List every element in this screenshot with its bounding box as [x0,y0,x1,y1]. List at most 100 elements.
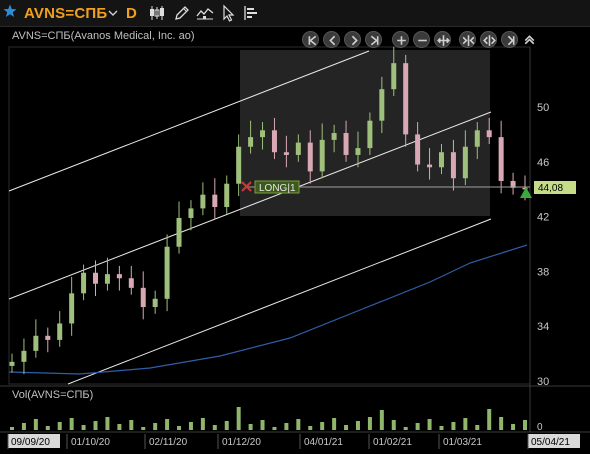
volume-bar [129,420,134,430]
zoom-out-icon[interactable] [413,31,430,48]
position-label: LONG|1 [259,183,296,194]
candle-body [104,274,110,284]
volume-bar [236,407,241,430]
cursor-icon[interactable] [220,4,238,22]
x-tick-label: 01/12/20 [222,437,261,448]
order-book-icon[interactable] [242,4,260,22]
candle-body [427,164,433,168]
volume-bar [224,421,229,430]
x-tick-label: 04/01/21 [304,437,343,448]
candle-body [295,142,301,155]
zoom-in-icon[interactable] [392,31,409,48]
volume-bar [212,425,217,430]
indicators-icon[interactable] [196,4,214,22]
scroll-end-icon[interactable] [365,31,382,48]
star-icon[interactable] [3,4,17,18]
volume-bar [284,423,289,430]
last-price-value: 44,08 [538,183,563,194]
candle-body [45,335,51,340]
candlestick-icon[interactable] [148,4,166,22]
expand-icon[interactable] [459,31,476,48]
scroll-right-icon[interactable] [344,31,361,48]
volume-bar [451,422,456,430]
y-tick-label: 34 [537,321,549,333]
volume-bar [153,423,158,430]
candle-body [260,130,266,138]
volume-bar [177,426,182,430]
volume-bar [344,425,349,430]
y-tick-label: 38 [537,266,549,278]
candle-body [415,134,421,165]
volume-bar [69,418,74,430]
volume-bar [21,423,26,430]
candle-body [498,137,504,181]
candle-body [367,120,373,149]
scroll-start-icon[interactable] [302,31,319,48]
volume-bar [475,425,480,430]
volume-bar [355,421,360,430]
volume-bar [200,418,205,430]
x-tick-label: 02/11/20 [149,437,188,448]
volume-bar [320,422,325,430]
volume-bar [403,427,408,430]
chevron-down-icon[interactable] [108,0,118,26]
candle-body [164,246,170,299]
volume-bar [248,424,253,430]
volume-bar [45,426,50,430]
y-tick-label: 50 [537,102,549,114]
volume-bar [10,427,14,430]
volume-bar [463,418,468,430]
candle-body [21,350,27,362]
x-tick-label: 01/02/21 [373,437,412,448]
volume-bar [33,419,38,430]
volume-bar [415,423,420,430]
chart-title: AVNS=СПБ(Avanos Medical, Inc. ao) [12,30,195,42]
x-tick-label: 01/10/20 [71,437,110,448]
volume-axis-zero: 0 [537,422,543,433]
candle-body [450,152,456,179]
volume-bar [296,419,301,430]
y-tick-label: 30 [537,376,549,388]
candle-body [319,139,325,172]
candle-body [307,142,313,172]
toggle-icon[interactable] [501,31,518,48]
scroll-left-icon[interactable] [323,31,340,48]
symbol-selector[interactable]: AVNS=СПБ [24,0,107,26]
candle-body [391,63,397,90]
toolbar: AVNS=СПБ D [0,0,590,27]
candle-body [128,278,134,288]
candle-body [57,323,63,340]
collapse-up-icon[interactable] [521,31,538,48]
candle-body [152,298,158,308]
volume-bar [93,421,98,430]
volume-bar [499,417,504,430]
candle-body [81,272,87,294]
candle-body [224,183,230,208]
candle-body [271,130,277,153]
candle-body [438,152,444,168]
candle-body [331,133,337,140]
volume-bar [427,419,432,430]
fit-icon[interactable] [434,31,451,48]
compress-icon[interactable] [480,31,497,48]
candle-body [355,148,361,155]
volume-bar [117,424,122,430]
x-tick-label: 05/04/21 [531,437,570,448]
candle-body [9,361,15,366]
candle-body [236,146,242,184]
volume-bar [367,417,372,430]
volume-bar [260,420,265,430]
candle-body [248,137,254,147]
candle-body [283,152,289,155]
pencil-icon[interactable] [173,4,191,22]
candle-body [116,274,122,279]
volume-bar [188,422,193,430]
candle-body [188,208,194,218]
volume-bar [105,417,110,430]
volume-bar [81,425,86,430]
x-tick-label: 01/03/21 [443,437,482,448]
x-tick-label: 09/09/20 [11,437,50,448]
candle-body [379,89,385,121]
candle-body [486,130,492,138]
period-selector[interactable]: D [126,0,137,26]
